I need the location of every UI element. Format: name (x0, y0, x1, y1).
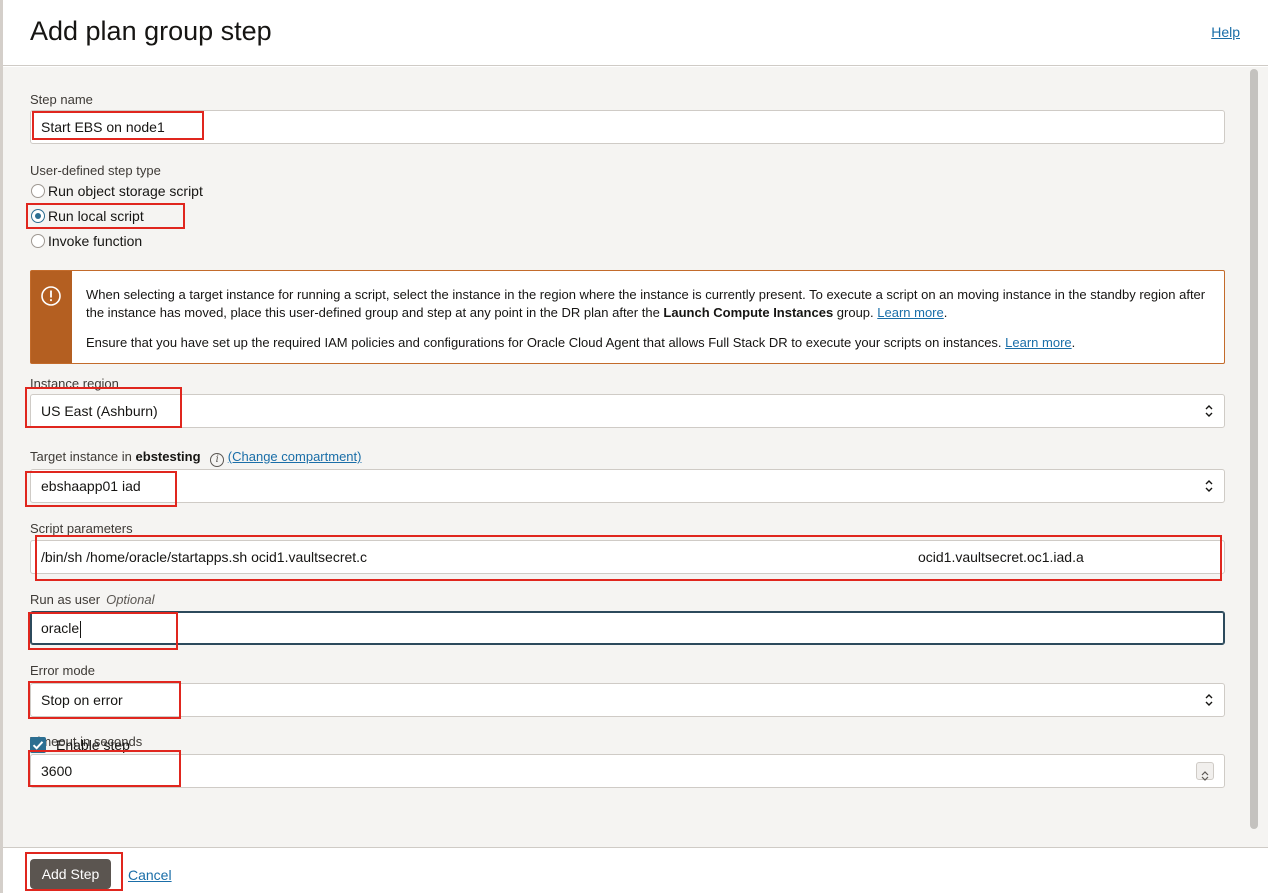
radio-label: Run object storage script (48, 183, 203, 199)
text-cursor (80, 620, 82, 638)
error-mode-select[interactable]: Stop on error (30, 683, 1225, 717)
compartment-name: ebstesting (135, 449, 201, 464)
instance-region-value: US East (Ashburn) (41, 403, 158, 419)
step-name-input[interactable]: Start EBS on node1 (30, 110, 1225, 144)
target-instance-value: ebshaapp01 iad (41, 478, 141, 494)
enable-step-label: Enable step (56, 737, 130, 753)
notice-bar (31, 271, 72, 363)
step-type-label: User-defined step type (30, 163, 161, 178)
notice-paragraph-2: Ensure that you have set up the required… (86, 335, 1076, 350)
target-instance-select[interactable]: ebshaapp01 iad (30, 469, 1225, 503)
timeout-value: 3600 (41, 763, 73, 779)
script-parameters-input[interactable]: /bin/sh /home/oracle/startapps.sh ocid1.… (30, 540, 1225, 574)
radio-label: Invoke function (48, 233, 143, 249)
help-link[interactable]: Help (1211, 24, 1240, 40)
run-as-user-value: oracle (41, 620, 80, 636)
optional-tag: Optional (106, 592, 155, 607)
enable-step-checkbox[interactable] (30, 737, 46, 753)
redacted-region (381, 541, 906, 573)
info-icon[interactable]: i (210, 453, 225, 467)
radio-button-selected[interactable] (31, 209, 45, 223)
add-step-button[interactable]: Add Step (30, 859, 111, 889)
notice-bold-text: Launch Compute Instances (663, 305, 834, 320)
radio-button[interactable] (31, 234, 45, 248)
learn-more-link-1[interactable]: Learn more (877, 305, 943, 320)
dialog-title: Add plan group step (30, 16, 272, 46)
step-name-value: Start EBS on node1 (41, 119, 165, 135)
step-name-label: Step name (30, 92, 93, 107)
warning-icon (41, 286, 61, 306)
error-mode-value: Stop on error (41, 692, 123, 708)
instance-region-label: Instance region (30, 376, 119, 391)
target-instance-label: Target instance in ebstesting i (Change … (30, 449, 362, 467)
change-compartment-link[interactable]: (Change compartment) (228, 449, 362, 464)
number-stepper[interactable] (1196, 762, 1214, 781)
cancel-link[interactable]: Cancel (128, 867, 172, 883)
notice-paragraph-1: When selecting a target instance for run… (86, 287, 1206, 320)
dialog-footer: Add Step Cancel (3, 847, 1268, 893)
chevron-up-down-icon (1205, 405, 1213, 417)
radio-button[interactable] (31, 184, 45, 198)
timeout-input[interactable]: 3600 (30, 754, 1225, 788)
scrollbar[interactable] (1250, 67, 1264, 847)
chevron-up-down-icon (1205, 694, 1213, 706)
stepper-arrows-icon (1201, 771, 1209, 781)
script-parameters-value-end: ocid1.vaultsecret.oc1.iad.a (918, 549, 1084, 565)
scrollbar-thumb[interactable] (1250, 69, 1258, 829)
chevron-up-down-icon (1205, 480, 1213, 492)
run-as-user-label: Run as user Optional (30, 592, 155, 607)
dialog-body: Step name Start EBS on node1 User-define… (3, 67, 1268, 847)
script-parameters-label: Script parameters (30, 521, 133, 536)
dialog-header: Add plan group step Help (3, 0, 1268, 66)
learn-more-link-2[interactable]: Learn more (1005, 335, 1071, 350)
instance-region-select[interactable]: US East (Ashburn) (30, 394, 1225, 428)
notice-text: When selecting a target instance for run… (86, 286, 1206, 352)
error-mode-label: Error mode (30, 663, 96, 678)
script-parameters-value-start: /bin/sh /home/oracle/startapps.sh ocid1.… (41, 549, 368, 565)
checkmark-icon (32, 741, 44, 750)
radio-label: Run local script (48, 208, 144, 224)
run-as-user-input[interactable]: oracle (30, 611, 1225, 645)
warning-notice: When selecting a target instance for run… (30, 270, 1225, 364)
